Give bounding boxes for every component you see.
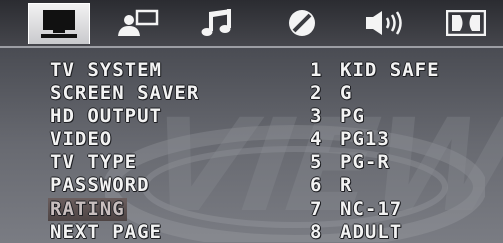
setup-menu-screen: VIEW TV SYSTEM SCREEN SAVER HD OUTPUT VI… [0,0,503,243]
disc-icon [289,10,315,36]
rating-option[interactable]: 1 KID SAFE [0,59,503,82]
rating-option-label: KID SAFE [340,59,440,81]
rating-option-number: 6 [310,174,323,196]
tab-user-setup[interactable] [108,3,168,43]
rating-option-label: PG-R [340,151,390,173]
rating-option-number: 1 [310,59,323,81]
rating-option-label: R [340,174,353,196]
rating-option-number: 4 [310,128,323,150]
rating-option[interactable]: 2 G [0,82,503,105]
rating-option-label: G [340,82,353,104]
rating-option[interactable]: 5 PG-R [0,151,503,174]
rating-option[interactable]: 8 ADULT [0,221,503,243]
rating-option[interactable]: 6 R [0,174,503,197]
tv-monitor-icon [41,10,77,38]
music-note-icon [201,9,231,36]
tab-audio-setup[interactable] [188,3,248,43]
tab-dolby-setup[interactable] [436,3,496,43]
rating-option-number: 5 [310,151,323,173]
dolby-icon [446,10,486,36]
person-screen-icon [118,9,159,36]
rating-option-label: ADULT [340,221,403,243]
tab-video-setup[interactable] [272,3,332,43]
rating-option-label: PG [340,105,365,127]
rating-option-number: 3 [310,105,323,127]
tab-speaker-setup[interactable] [354,3,420,43]
tab-general-setup[interactable] [28,3,90,44]
rating-option[interactable]: 3 PG [0,105,503,128]
tab-bar [0,0,503,48]
rating-option[interactable]: 7 NC-17 [0,198,503,221]
rating-option-number: 2 [310,82,323,104]
rating-option-number: 7 [310,198,323,220]
rating-option-label: NC-17 [340,198,403,220]
rating-option-number: 8 [310,221,323,243]
speaker-icon [366,11,402,35]
rating-option[interactable]: 4 PG13 [0,128,503,151]
rating-option-label: PG13 [340,128,390,150]
